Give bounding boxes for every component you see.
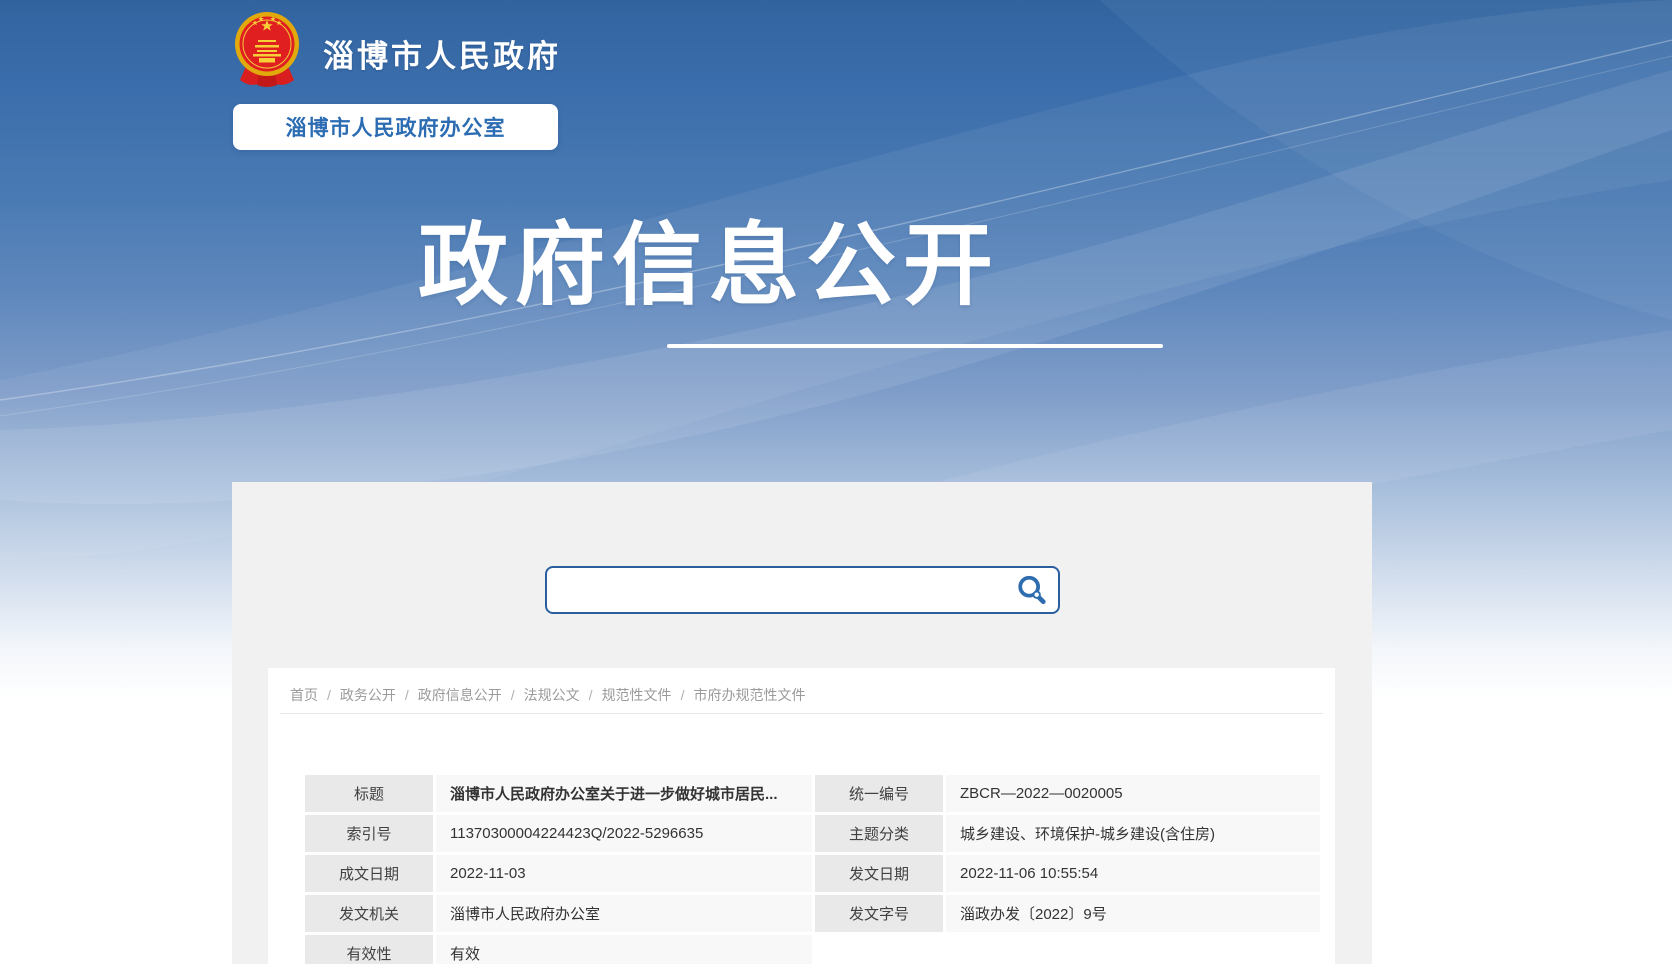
field-value-written-date: 2022-11-03 xyxy=(436,855,812,892)
empty-cell xyxy=(815,935,943,964)
field-label-publish-date: 发文日期 xyxy=(815,855,943,892)
breadcrumb-separator: / xyxy=(327,687,331,703)
page: 淄博市人民政府 淄博市人民政府办公室 政府信息公开 首页 / 政务公开 / 政府… xyxy=(0,0,1672,964)
field-label-document-number: 发文字号 xyxy=(815,895,943,932)
breadcrumb-divider xyxy=(280,713,1323,714)
breadcrumb-item-zhengwu[interactable]: 政务公开 xyxy=(340,685,396,705)
field-label-validity: 有效性 xyxy=(305,935,433,964)
breadcrumb-item-guifanxing[interactable]: 规范性文件 xyxy=(602,685,672,705)
field-label-index-number: 索引号 xyxy=(305,815,433,852)
field-label-written-date: 成文日期 xyxy=(305,855,433,892)
field-label-unified-number: 统一编号 xyxy=(815,775,943,812)
field-value-unified-number: ZBCR—2022—0020005 xyxy=(946,775,1320,812)
field-value-index-number: 11370300004224423Q/2022-5296635 xyxy=(436,815,812,852)
field-value-title: 淄博市人民政府办公室关于进一步做好城市居民... xyxy=(436,775,812,812)
breadcrumb-separator: / xyxy=(589,687,593,703)
breadcrumb-separator: / xyxy=(405,687,409,703)
document-card: 首页 / 政务公开 / 政府信息公开 / 法规公文 / 规范性文件 / 市府办规… xyxy=(268,668,1335,964)
search-button[interactable] xyxy=(1013,573,1051,607)
document-info-table: 标题 淄博市人民政府办公室关于进一步做好城市居民... 统一编号 ZBCR—20… xyxy=(305,775,1320,964)
field-value-issuing-organ: 淄博市人民政府办公室 xyxy=(436,895,812,932)
field-value-publish-date: 2022-11-06 10:55:54 xyxy=(946,855,1320,892)
field-label-issuing-organ: 发文机关 xyxy=(305,895,433,932)
search-input[interactable] xyxy=(547,568,1058,612)
field-value-document-number: 淄政办发〔2022〕9号 xyxy=(946,895,1320,932)
site-name: 淄博市人民政府 xyxy=(323,31,561,76)
breadcrumb-item-fagui[interactable]: 法规公文 xyxy=(524,685,580,705)
office-name-label: 淄博市人民政府办公室 xyxy=(286,112,506,142)
breadcrumb-separator: / xyxy=(681,687,685,703)
field-value-validity: 有效 xyxy=(436,935,812,964)
field-value-topic-category: 城乡建设、环境保护-城乡建设(含住房) xyxy=(946,815,1320,852)
page-title: 政府信息公开 xyxy=(418,212,1000,320)
search-box xyxy=(545,566,1060,614)
title-underline xyxy=(667,344,1163,348)
search-icon xyxy=(1015,574,1049,606)
field-label-topic-category: 主题分类 xyxy=(815,815,943,852)
site-logo-link[interactable]: 淄博市人民政府 xyxy=(233,10,561,88)
breadcrumb-separator: / xyxy=(511,687,515,703)
empty-cell xyxy=(946,935,1320,964)
breadcrumb-item-home[interactable]: 首页 xyxy=(290,685,318,705)
breadcrumb-item-shifuban[interactable]: 市府办规范性文件 xyxy=(693,685,805,705)
breadcrumb: 首页 / 政务公开 / 政府信息公开 / 法规公文 / 规范性文件 / 市府办规… xyxy=(290,685,805,705)
breadcrumb-item-xinxigongkai[interactable]: 政府信息公开 xyxy=(418,685,502,705)
field-label-title: 标题 xyxy=(305,775,433,812)
national-emblem-icon xyxy=(233,10,301,88)
office-name-box[interactable]: 淄博市人民政府办公室 xyxy=(233,104,558,150)
